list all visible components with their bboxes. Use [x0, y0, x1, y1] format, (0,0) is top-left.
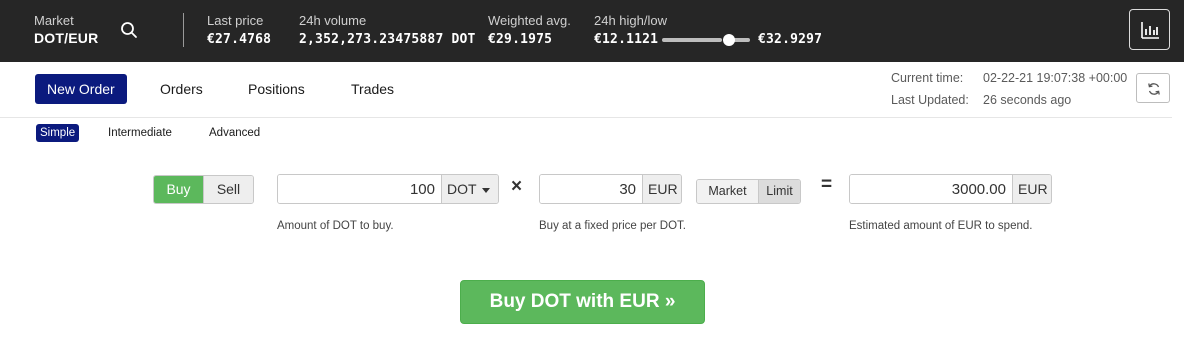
volume-value: 2,352,273.23475887 DOT: [299, 32, 476, 47]
high-value: €32.9297: [758, 32, 823, 47]
last-price-label: Last price: [207, 13, 264, 28]
current-time-label: Current time:: [891, 71, 964, 85]
market-pair[interactable]: DOT/EUR: [34, 30, 98, 46]
limit-price-button[interactable]: Limit: [758, 180, 800, 203]
price-field-group: EUR: [539, 174, 682, 204]
multiply-icon: ×: [511, 176, 523, 197]
buy-submit-button[interactable]: Buy DOT with EUR »: [460, 280, 705, 324]
order-type-intermediate[interactable]: Intermediate: [108, 124, 172, 142]
total-field-group: EUR: [849, 174, 1052, 204]
buy-toggle-button[interactable]: Buy: [154, 176, 203, 203]
chart-button[interactable]: [1129, 9, 1170, 50]
bar-chart-icon: [1141, 22, 1159, 39]
range-marker: [723, 34, 735, 46]
refresh-button[interactable]: [1136, 73, 1170, 103]
price-input[interactable]: [540, 175, 642, 203]
chevron-down-icon: [481, 187, 490, 193]
tabs-divider: [0, 117, 1172, 118]
tab-orders[interactable]: Orders: [160, 74, 203, 104]
search-icon[interactable]: [120, 21, 138, 39]
market-label: Market: [34, 13, 74, 28]
market-price-button[interactable]: Market: [697, 180, 758, 203]
volume-label: 24h volume: [299, 13, 367, 28]
current-time-value: 02-22-21 19:07:38 +00:00: [983, 71, 1128, 85]
total-input[interactable]: [850, 175, 1012, 203]
range-track-left: [662, 38, 722, 42]
low-value: €12.1121: [594, 32, 659, 47]
tab-positions[interactable]: Positions: [248, 74, 305, 104]
total-currency-label: EUR: [1012, 175, 1051, 203]
last-updated-label: Last Updated:: [891, 93, 969, 107]
price-currency-label: EUR: [642, 175, 681, 203]
header-divider: [183, 13, 184, 47]
amount-field-group: DOT: [277, 174, 499, 204]
price-type-toggle: Market Limit: [696, 179, 801, 204]
last-updated-value: 26 seconds ago: [983, 93, 1072, 107]
high-low-label: 24h high/low: [594, 13, 667, 28]
tab-trades[interactable]: Trades: [351, 74, 394, 104]
tab-new-order[interactable]: New Order: [35, 74, 127, 104]
buy-sell-toggle: Buy Sell: [153, 175, 254, 204]
amount-currency-label: DOT: [447, 181, 477, 197]
last-price-value: €27.4768: [207, 32, 272, 47]
sell-toggle-button[interactable]: Sell: [203, 176, 253, 203]
amount-currency-select[interactable]: DOT: [441, 175, 498, 203]
current-time-row: Current time: 02-22-21 19:07:38 +00:00: [891, 71, 1127, 85]
amount-help-text: Amount of DOT to buy.: [277, 220, 394, 232]
amount-input[interactable]: [278, 175, 441, 203]
order-type-advanced[interactable]: Advanced: [209, 124, 260, 142]
refresh-icon: [1148, 83, 1160, 95]
price-help-text: Buy at a fixed price per DOT.: [539, 220, 687, 232]
weighted-avg-value: €29.1975: [488, 32, 553, 47]
market-header: Market DOT/EUR Last price €27.4768 24h v…: [0, 0, 1184, 62]
weighted-avg-label: Weighted avg.: [488, 13, 571, 28]
high-low-range-indicator: [662, 34, 750, 46]
equals-icon: =: [821, 174, 833, 195]
total-help-text: Estimated amount of EUR to spend.: [849, 220, 1033, 232]
last-updated-row: Last Updated: 26 seconds ago: [891, 93, 1071, 107]
order-type-simple[interactable]: Simple: [36, 124, 80, 142]
